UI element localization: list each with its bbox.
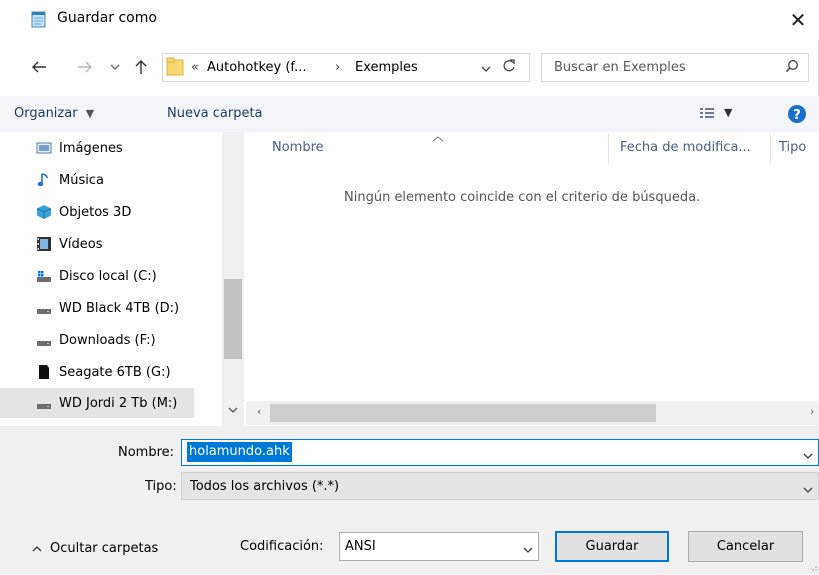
save-button[interactable]: Guardar [555,531,669,562]
up-button[interactable] [130,54,152,80]
filename-dropdown-button[interactable] [803,449,813,464]
sidebar-item-disco-local[interactable]: Disco local (C:) [0,260,216,292]
filetype-value: Todos los archivos (*.*) [190,479,340,494]
view-options-button[interactable]: ▼ [700,106,732,119]
details-view-icon [700,107,714,118]
scroll-left-arrow[interactable]: ‹ [257,405,261,418]
sidebar-item-label: Imágenes [59,140,123,156]
sidebar-item-label: WD Black 4TB (D:) [59,300,180,316]
folder-icon [166,57,184,77]
arrow-right-icon [78,61,92,73]
file-list[interactable] [246,132,819,401]
empty-state-message: Ningún elemento coincide con el criterio… [344,190,701,205]
sidebar-item-label: Downloads (F:) [59,332,156,348]
breadcrumb-separator[interactable]: › [335,60,340,75]
3d-objects-icon [36,204,52,220]
sidebar-item-wd-black[interactable]: WD Black 4TB (D:) [0,292,216,324]
refresh-button[interactable] [501,58,517,78]
chevron-down-icon [803,453,813,459]
sidebar-item-wd-jordi[interactable]: WD Jordi 2 Tb (M:) [0,388,194,418]
svg-text:?: ? [793,108,801,123]
refresh-icon [503,59,515,72]
sidebar-item-label: Objetos 3D [59,204,132,220]
sidebar-item-seagate[interactable]: Seagate 6TB (G:) [0,356,216,388]
search-icon [785,59,799,77]
chevron-down-icon [803,487,813,493]
pictures-icon [36,140,52,156]
filename-label: Nombre: [118,445,175,460]
column-header-date[interactable]: Fecha de modifica... [620,140,751,168]
help-icon: ? [788,105,806,123]
search-input[interactable]: Buscar en Exemples [554,60,686,75]
videos-icon [36,236,52,252]
column-divider[interactable] [608,134,609,164]
chevron-down-icon [228,407,238,413]
encoding-value: ANSI [345,539,376,554]
scrollbar-thumb[interactable] [270,404,656,422]
command-bar [0,96,819,132]
chevron-up-icon [32,545,42,551]
drive-icon [36,332,52,348]
close-icon: ✕ [789,8,807,32]
window-title: Guardar como [57,10,157,26]
encoding-label: Codificación: [240,539,324,554]
breadcrumb-item[interactable]: Exemples [355,60,418,75]
sidebar-item-label: Disco local (C:) [59,268,157,284]
filetype-dropdown-button[interactable] [803,483,813,498]
sidebar-item-label: WD Jordi 2 Tb (M:) [59,395,178,411]
sidebar-item-imagenes[interactable]: Imágenes [0,132,216,164]
help-button[interactable]: ? [787,104,807,128]
chevron-down-icon [481,66,491,72]
address-dropdown-button[interactable] [481,62,491,77]
recent-locations-button[interactable] [106,54,124,80]
sidebar-item-downloads[interactable]: Downloads (F:) [0,324,216,356]
scroll-right-arrow[interactable]: › [810,405,814,418]
caret-down-icon: ▼ [724,106,733,119]
system-drive-icon [36,268,52,284]
scrollbar-thumb[interactable] [224,279,242,359]
sidebar-item-label: Seagate 6TB (G:) [59,364,171,380]
hide-folders-button[interactable]: Ocultar carpetas [32,541,158,556]
breadcrumb-overflow[interactable]: « [191,60,199,75]
chevron-down-icon [523,547,533,553]
back-button[interactable] [28,54,50,80]
resize-grip[interactable] [811,560,817,571]
encoding-dropdown-button[interactable] [523,543,533,558]
scroll-down-arrow[interactable] [228,403,238,418]
caret-down-icon: ▼ [85,107,95,120]
close-button[interactable]: ✕ [780,5,816,35]
chevron-down-icon [110,64,120,70]
sidebar-item-objetos-3d[interactable]: Objetos 3D [0,196,216,228]
save-as-dialog: Guardar como ✕ « Autohotkey (f... › Exem… [0,0,819,574]
filetype-label: Tipo: [145,479,177,494]
breadcrumb-item[interactable]: Autohotkey (f... [207,60,306,75]
arrow-left-icon [32,61,46,73]
notepad-icon [30,11,48,28]
organize-button[interactable]: Organizar ▼ [14,106,94,121]
sidebar-item-musica[interactable]: Música [0,164,216,196]
hide-folders-label: Ocultar carpetas [50,541,159,556]
sidebar-item-videos[interactable]: Vídeos [0,228,216,260]
sort-ascending-icon [432,132,444,147]
drive-icon [36,300,52,316]
sidebar-item-label: Música [59,172,104,188]
music-icon [36,172,52,188]
new-folder-button[interactable]: Nueva carpeta [167,106,263,121]
drive-icon [36,395,52,411]
column-header-type[interactable]: Tipo [779,140,806,168]
column-header-name[interactable]: Nombre [272,140,324,168]
filename-input[interactable]: holamundo.ahk [187,442,292,462]
arrow-up-icon [135,60,147,74]
cancel-button[interactable]: Cancelar [688,531,803,562]
sidebar-item-label: Vídeos [59,236,103,252]
forward-button[interactable] [74,54,96,80]
column-divider[interactable] [770,134,771,164]
usb-drive-icon [36,364,52,380]
